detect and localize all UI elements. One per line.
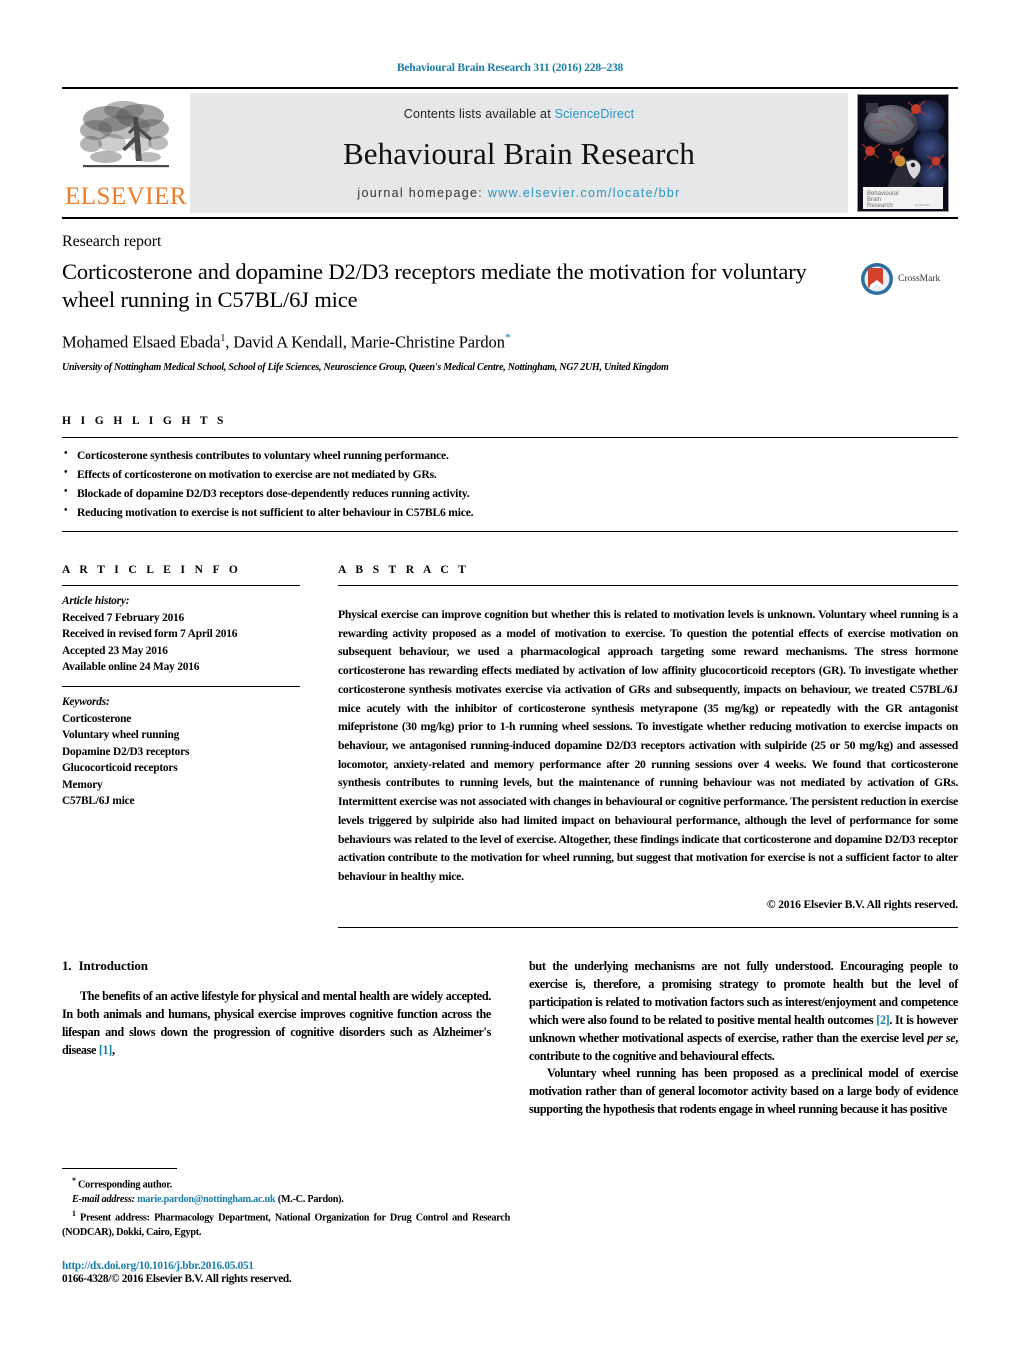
highlights-heading: H I G H L I G H T S xyxy=(62,415,227,428)
contents-prefix: Contents lists available at xyxy=(403,107,551,121)
running-head: Behavioural Brain Research 311 (2016) 22… xyxy=(396,62,624,74)
present-address-marker: 1 xyxy=(72,1208,76,1218)
list-item: Reducing motivation to exercise is not s… xyxy=(64,503,958,523)
title-author-block: Corticosterone and dopamine D2/D3 recept… xyxy=(62,258,958,373)
journal-title: Behavioural Brain Research xyxy=(342,135,696,171)
keyword-item: C57BL/6J mice xyxy=(62,794,135,807)
author-rest: , David A Kendall, Marie-Christine Pardo… xyxy=(225,332,505,352)
intro-paragraph-right-b: Voluntary wheel running has been propose… xyxy=(529,1066,958,1116)
sciencedirect-link[interactable]: ScienceDirect xyxy=(555,107,635,121)
doi-link[interactable]: http://dx.doi.org/10.1016/j.bbr.2016.05.… xyxy=(62,1260,510,1272)
citation-ref-1[interactable]: [1] xyxy=(99,1043,113,1057)
history-item: Received 7 February 2016 xyxy=(62,611,185,624)
keyword-item: Corticosterone xyxy=(62,712,132,725)
crossmark-label: CrossMark xyxy=(898,274,941,284)
keywords-group: Keywords: Corticosterone Voluntary wheel… xyxy=(62,687,300,809)
intro-italic-per-se: per se xyxy=(927,1030,956,1045)
corresponding-text: Corresponding author. xyxy=(78,1179,172,1191)
journal-cover-art: Behavioural Brain Research ELSEVIER xyxy=(858,95,948,211)
page-title: Corticosterone and dopamine D2/D3 recept… xyxy=(62,259,807,313)
author-affiliation: University of Nottingham Medical School,… xyxy=(62,362,669,374)
article-history-label: Article history: xyxy=(62,595,130,608)
article-type: Research report xyxy=(62,233,162,250)
homepage-url-link[interactable]: www.elsevier.com/locate/bbr xyxy=(488,186,681,200)
crossmark-badge[interactable]: CrossMark xyxy=(860,258,958,296)
keyword-item: Voluntary wheel running xyxy=(62,729,180,742)
svg-text:ELSEVIER: ELSEVIER xyxy=(915,203,931,207)
list-item: Corticosterone synthesis contributes to … xyxy=(64,446,958,466)
body-columns: 1. Introduction The benefits of an active… xyxy=(62,958,958,1118)
email-footnote: E-mail address: marie.pardon@nottingham.… xyxy=(62,1193,510,1207)
homepage-prefix: journal homepage: xyxy=(357,186,484,200)
journal-cover-container: Behavioural Brain Research ELSEVIER xyxy=(848,89,958,217)
author-list: Mohamed Elsaed Ebada1, David A Kendall, … xyxy=(62,330,840,353)
article-history-group: Article history: Received 7 February 201… xyxy=(62,586,300,675)
elsevier-logo: ELSEVIER xyxy=(62,89,190,217)
highlights-list: Corticosterone synthesis contributes to … xyxy=(62,438,958,531)
abstract-copyright: © 2016 Elsevier B.V. All rights reserved… xyxy=(766,898,958,912)
history-item: Received in revised form 7 April 2016 xyxy=(62,628,238,641)
section-number: 1. xyxy=(62,958,72,974)
section-heading-introduction: 1. Introduction xyxy=(62,958,491,974)
article-info-heading: A R T I C L E I N F O xyxy=(62,564,242,577)
contents-available-line: Contents lists available at ScienceDirec… xyxy=(404,107,635,121)
svg-text:Research: Research xyxy=(867,203,893,209)
elsevier-tree-icon xyxy=(80,101,169,168)
doi-block: http://dx.doi.org/10.1016/j.bbr.2016.05.… xyxy=(62,1260,510,1285)
keywords-label: Keywords: xyxy=(62,696,110,709)
elsevier-wordmark: ELSEVIER xyxy=(64,183,188,210)
crossmark-icon xyxy=(861,263,893,295)
corresponding-marker: * xyxy=(72,1176,76,1186)
abstract-column: A B S T R A C T Physical exercise can im… xyxy=(338,564,958,929)
present-address-text: Present address: Pharmacology Department… xyxy=(62,1212,511,1238)
abstract-top-rule xyxy=(338,585,958,587)
keyword-item: Memory xyxy=(62,778,103,791)
email-label: E-mail address: xyxy=(72,1194,135,1206)
abstract-heading: A B S T R A C T xyxy=(338,564,470,577)
highlights-section: H I G H L I G H T S Corticosterone synth… xyxy=(62,415,958,533)
journal-cover-thumbnail: Behavioural Brain Research ELSEVIER xyxy=(857,94,949,212)
body-column-left: 1. Introduction The benefits of an active… xyxy=(62,958,491,1118)
history-item: Accepted 23 May 2016 xyxy=(62,644,168,657)
keyword-item: Glucocorticoid receptors xyxy=(62,762,178,775)
body-column-right: but the underlying mechanisms are not fu… xyxy=(529,958,958,1118)
journal-homepage-line: journal homepage: www.elsevier.com/locat… xyxy=(357,186,680,200)
article-info-column: A R T I C L E I N F O Article history: R… xyxy=(62,564,300,928)
article-first-page: Behavioural Brain Research 311 (2016) 22… xyxy=(0,0,1020,1351)
history-item: Available online 24 May 2016 xyxy=(62,661,200,673)
abstract-bottom-rule xyxy=(338,927,958,929)
highlights-bottom-rule xyxy=(62,531,958,533)
intro-paragraph-left: The benefits of an active lifestyle for … xyxy=(62,988,491,1059)
footnote-separator-rule xyxy=(62,1168,177,1170)
author-first: Mohamed Elsaed Ebada xyxy=(62,332,221,352)
keyword-item: Dopamine D2/D3 receptors xyxy=(62,745,190,758)
list-item: Effects of corticosterone on motivation … xyxy=(64,465,958,485)
journal-masthead: ELSEVIER Contents lists available at Sci… xyxy=(62,87,958,219)
info-abstract-section: A R T I C L E I N F O Article history: R… xyxy=(62,564,958,929)
footnotes-block: * Corresponding author. E-mail address: … xyxy=(62,1168,510,1285)
citation-ref-2[interactable]: [2] xyxy=(876,1013,890,1027)
masthead-center-panel: Contents lists available at ScienceDirec… xyxy=(190,93,848,213)
email-link[interactable]: marie.pardon@nottingham.ac.uk xyxy=(137,1194,276,1205)
corresponding-author-marker[interactable]: * xyxy=(505,330,511,344)
intro-text-left: The benefits of an active lifestyle for … xyxy=(62,989,491,1057)
corresponding-author-footnote: * Corresponding author. xyxy=(62,1175,510,1193)
list-item: Blockade of dopamine D2/D3 receptors dos… xyxy=(64,484,958,504)
section-title: Introduction xyxy=(78,958,148,974)
intro-paragraph-right-a: but the underlying mechanisms are not fu… xyxy=(529,958,958,1065)
abstract-text: Physical exercise can improve cognition … xyxy=(338,608,958,884)
present-address-footnote: 1 Present address: Pharmacology Departme… xyxy=(62,1208,510,1240)
issn-copyright-line: 0166-4328/© 2016 Elsevier B.V. All right… xyxy=(62,1273,292,1285)
email-suffix: (M.-C. Pardon). xyxy=(277,1194,344,1206)
intro-text-left-end: , xyxy=(111,1042,115,1057)
